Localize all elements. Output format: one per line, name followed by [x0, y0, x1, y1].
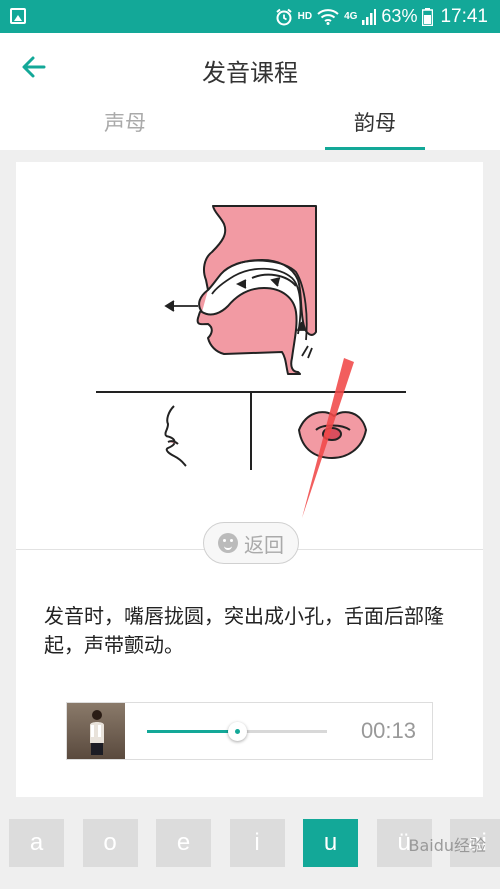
progress-fill	[147, 730, 237, 733]
audio-player: 00:13	[66, 702, 433, 760]
playback-time: 00:13	[360, 718, 416, 743]
key-0[interactable]: a	[9, 819, 64, 867]
pause-icon[interactable]	[91, 725, 101, 737]
network-type: 4G	[344, 11, 358, 22]
signal-icon	[362, 8, 377, 25]
progress-track[interactable]	[147, 722, 327, 741]
pronunciation-description: 发音时，嘴唇拢圆，突出成小孔，舌面后部隆起，声带颤动。	[44, 604, 444, 657]
tab-finals[interactable]: 韵母	[325, 103, 425, 150]
tab-label: 韵母	[354, 111, 396, 135]
lips-side-profile	[164, 405, 187, 467]
return-button[interactable]: 返回	[203, 522, 299, 564]
watermark: Baidu经验	[408, 836, 486, 855]
key-4[interactable]: u	[303, 819, 358, 867]
clock: 17:41	[440, 5, 488, 27]
final-key-bar: ai ü u i e o a Baidu经验	[0, 812, 500, 889]
hd-indicator: HD	[297, 11, 313, 22]
tab-initials[interactable]: 声母	[75, 103, 175, 150]
key-1[interactable]: o	[82, 819, 138, 867]
app-header: 发音课程	[0, 33, 500, 103]
key-3[interactable]: i	[229, 819, 285, 867]
video-thumbnail[interactable]	[67, 703, 125, 759]
status-bar: HD 4G 63% 17:41	[0, 0, 500, 33]
progress-knob[interactable]	[228, 722, 247, 741]
pronunciation-diagram	[96, 205, 406, 518]
return-label: 返回	[244, 532, 284, 557]
alarm-icon	[275, 8, 292, 25]
wifi-icon	[317, 8, 339, 25]
active-tab-indicator	[325, 147, 425, 150]
page-title: 发音课程	[202, 59, 298, 87]
tab-bar: 声母 韵母	[0, 103, 500, 150]
lesson-card: 返回 发音时，嘴唇拢圆，突出成小孔，舌面后部隆起，声带颤动。 00:13	[16, 162, 483, 797]
tab-label: 声母	[104, 111, 146, 135]
battery-percent: 63%	[381, 6, 418, 26]
smiley-icon	[218, 533, 238, 553]
image-notification-icon	[10, 8, 26, 24]
key-2[interactable]: e	[156, 819, 211, 867]
battery-icon	[422, 7, 434, 26]
